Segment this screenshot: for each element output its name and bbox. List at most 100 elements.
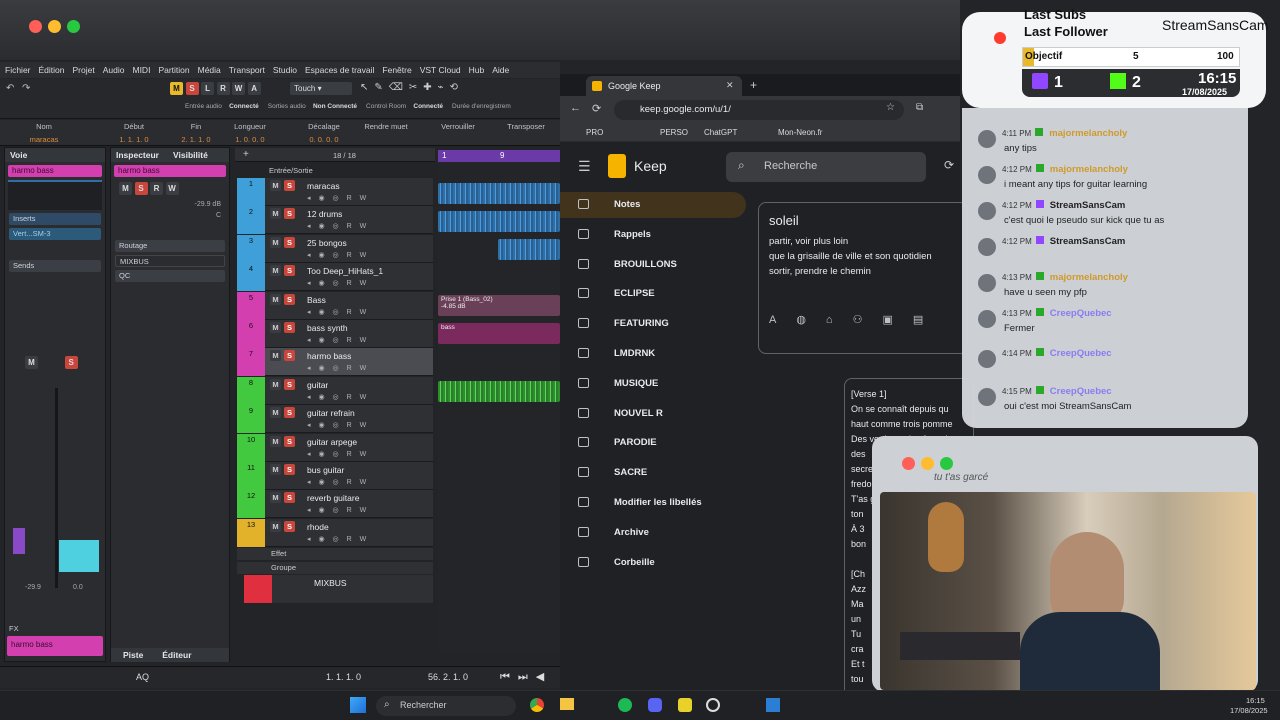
- track-row[interactable]: 7 M Sharmo bass ◂ ◉ ◎ R W: [237, 348, 433, 377]
- event-guitar[interactable]: [438, 381, 560, 402]
- track-mute-button[interactable]: M: [270, 520, 281, 532]
- track-controls-icon[interactable]: ◂ ◉ ◎ R W: [307, 364, 369, 372]
- track-mute-button[interactable]: M: [270, 180, 281, 191]
- inspector-track-name[interactable]: harmo bass: [114, 165, 226, 177]
- read-automation-button[interactable]: R: [216, 82, 230, 95]
- right-locator[interactable]: 56. 2. 1. 0: [428, 672, 468, 682]
- track-controls-icon[interactable]: ◂ ◉ ◎ R W: [307, 279, 369, 287]
- chrome-taskbar-icon[interactable]: [530, 698, 544, 712]
- write-automation-button[interactable]: W: [232, 82, 246, 95]
- taskbar-search[interactable]: ⌕ Rechercher: [376, 696, 516, 716]
- back-icon[interactable]: ←: [570, 102, 581, 114]
- track-row[interactable]: 6 M Sbass synth ◂ ◉ ◎ R W: [237, 320, 433, 348]
- track-mute-button[interactable]: M: [270, 407, 281, 419]
- track-mixbus[interactable]: MIXBUS: [244, 575, 433, 603]
- track-mute-button[interactable]: M: [270, 350, 281, 362]
- tool-icons[interactable]: ↖✎⌫✂✚⌁⟲: [360, 82, 560, 95]
- inspector-solo-button[interactable]: S: [134, 182, 148, 195]
- inspector-tab[interactable]: Inspecteur: [116, 150, 159, 160]
- folder-groupe[interactable]: Groupe: [237, 562, 433, 574]
- keep-nav-item[interactable]: LMDRNK: [560, 341, 746, 367]
- track-controls-icon[interactable]: ◂ ◉ ◎ R W: [307, 535, 369, 543]
- event-drums[interactable]: [438, 211, 560, 232]
- track-mute-button[interactable]: M: [270, 322, 281, 333]
- mute-all-button[interactable]: M: [170, 82, 183, 95]
- track-row[interactable]: 4 M S Too Deep_HiHats_1 ◂ ◉ ◎ R W: [237, 263, 433, 292]
- spotify-taskbar-icon[interactable]: [618, 698, 632, 712]
- bookmark-item[interactable]: Mon-Neon.fr: [778, 128, 822, 137]
- track-solo-button[interactable]: S: [284, 378, 295, 390]
- note-actions-icons[interactable]: A◍⌂⚇▣▤: [769, 313, 943, 326]
- tab-google-keep[interactable]: Google Keep ✕: [586, 76, 742, 96]
- track-solo-button[interactable]: S: [284, 464, 295, 475]
- track-mute-button[interactable]: M: [270, 265, 281, 277]
- channel-fader-track[interactable]: [55, 388, 58, 588]
- visibility-tab[interactable]: Visibilité: [173, 150, 208, 160]
- menu-item[interactable]: Fichier: [4, 65, 38, 75]
- automation-mode-select[interactable]: Touch ▾: [290, 82, 352, 95]
- track-mute-button[interactable]: M: [270, 236, 281, 248]
- bookmark-item[interactable]: ChatGPT: [704, 128, 737, 137]
- url-input[interactable]: keep.google.com/u/1/: [614, 100, 904, 120]
- cubase-taskbar-icon[interactable]: [766, 698, 780, 712]
- inspector-pan[interactable]: C: [111, 212, 229, 219]
- output-routing-select[interactable]: MIXBUS: [115, 255, 225, 267]
- track-solo-button[interactable]: S: [284, 265, 295, 277]
- main-menu-icon[interactable]: ☰: [578, 158, 591, 175]
- explorer-taskbar-icon[interactable]: [560, 698, 574, 710]
- track-solo-button[interactable]: S: [284, 293, 295, 305]
- extensions-icon[interactable]: ⧉: [916, 102, 923, 113]
- keep-nav-item[interactable]: ECLIPSE: [560, 281, 746, 307]
- undo-icon[interactable]: ↶: [6, 83, 14, 94]
- info-field[interactable]: Verrouiller: [428, 122, 488, 135]
- keep-nav-item[interactable]: Rappels: [560, 222, 746, 248]
- channel-eq-display[interactable]: [8, 180, 102, 210]
- redo-icon[interactable]: ↷: [22, 83, 30, 94]
- inspector-write-button[interactable]: W: [165, 182, 179, 195]
- menu-item[interactable]: Studio: [272, 65, 304, 75]
- inspector-mute-button[interactable]: M: [119, 182, 132, 195]
- menu-item[interactable]: Média: [197, 65, 228, 75]
- track-row[interactable]: 12 M Sreverb guitare ◂ ◉ ◎ R W: [237, 490, 433, 519]
- channel-panel-title[interactable]: Voie: [10, 150, 27, 160]
- a-button[interactable]: A: [247, 82, 261, 95]
- event-bongos[interactable]: [498, 239, 560, 260]
- track-solo-button[interactable]: S: [284, 492, 295, 504]
- discord-taskbar-icon[interactable]: [648, 698, 662, 712]
- track-row[interactable]: 2 M S 12 drums ◂ ◉ ◎ R W: [237, 206, 433, 235]
- inspector-read-button[interactable]: R: [150, 182, 164, 195]
- folder-effet[interactable]: Effet: [237, 548, 433, 560]
- left-locator[interactable]: 1. 1. 1. 0: [326, 672, 361, 682]
- new-tab-icon[interactable]: +: [750, 78, 757, 92]
- menu-item[interactable]: Transport: [228, 65, 272, 75]
- track-row[interactable]: 13 M Srhode ◂ ◉ ◎ R W: [237, 518, 433, 547]
- close-tab-icon[interactable]: ✕: [726, 80, 734, 91]
- track-row[interactable]: 1 M Smaracas ◂ ◉ ◎ R W: [237, 178, 433, 206]
- menu-item[interactable]: Partition: [157, 65, 196, 75]
- track-mute-button[interactable]: M: [270, 435, 281, 447]
- info-field[interactable]: Nom maracas: [14, 122, 74, 144]
- listen-button[interactable]: L: [201, 82, 215, 95]
- info-field[interactable]: Longueur 1. 0. 0. 0: [220, 122, 280, 144]
- keep-nav-item[interactable]: BROUILLONS: [560, 252, 746, 278]
- track-controls-icon[interactable]: ◂ ◉ ◎ R W: [307, 450, 369, 458]
- minimize-window-icon[interactable]: [48, 20, 61, 33]
- event-display[interactable]: Prise 1 (Bass_02) -4.85 dB bass: [438, 162, 560, 652]
- tab-piste[interactable]: Piste: [123, 650, 143, 660]
- keep-nav-item[interactable]: Notes: [560, 192, 746, 218]
- bookmark-item[interactable]: PRO: [586, 128, 603, 137]
- menu-item[interactable]: MIDI: [131, 65, 157, 75]
- menu-item[interactable]: Espaces de travail: [304, 65, 381, 75]
- track-mute-button[interactable]: M: [270, 464, 281, 475]
- menu-item[interactable]: Hub: [468, 65, 492, 75]
- note-card[interactable]: soleil partir, voir plus loin que la gri…: [758, 202, 968, 354]
- track-controls-icon[interactable]: ◂ ◉ ◎ R W: [307, 251, 369, 259]
- track-mute-button[interactable]: M: [270, 208, 281, 220]
- bookmark-item[interactable]: PERSO: [660, 128, 688, 137]
- autoquantize-button[interactable]: AQ: [136, 672, 149, 682]
- track-row[interactable]: 3 M S 25 bongos ◂ ◉ ◎ R W: [237, 234, 433, 263]
- track-solo-button[interactable]: S: [284, 180, 295, 191]
- app-taskbar-icon[interactable]: [678, 698, 692, 712]
- track-row[interactable]: 5 M S Bass ◂ ◉ ◎ R W: [237, 291, 433, 320]
- tab-editeur[interactable]: Éditeur: [162, 650, 191, 660]
